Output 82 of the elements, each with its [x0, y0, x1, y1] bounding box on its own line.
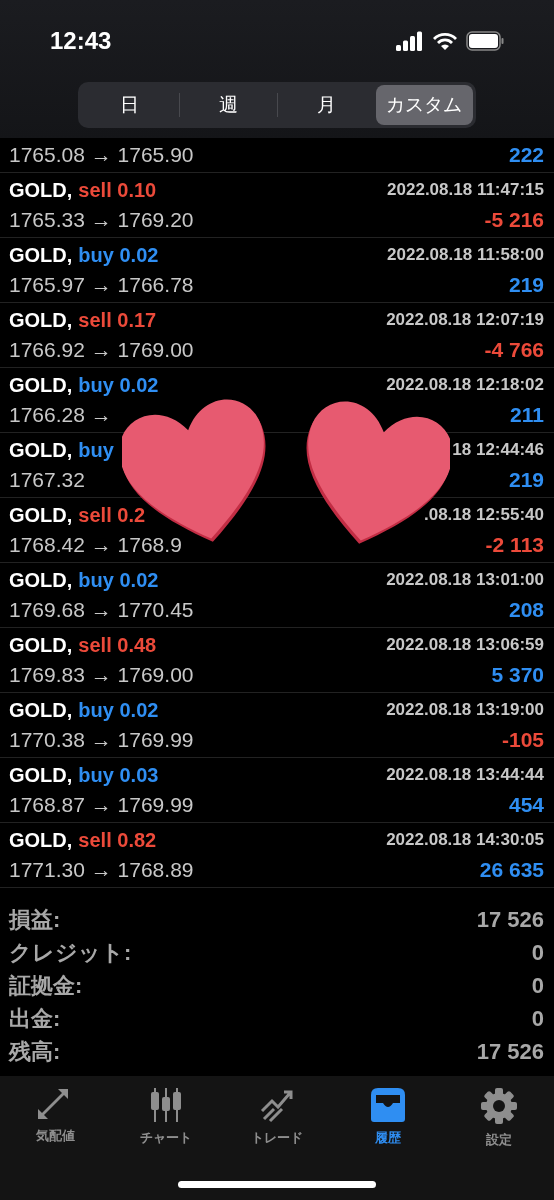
- price-range: 1771.30 → 1768.89: [9, 858, 194, 882]
- trade-time: .08.18 12:55:40: [423, 505, 544, 525]
- settings-icon: [479, 1087, 518, 1125]
- summary-value: 17 526: [476, 1038, 544, 1065]
- symbol-name: GOLD,: [9, 633, 73, 657]
- symbol-name: GOLD,: [9, 828, 73, 852]
- trade-time: 2022.08.18 13:19:00: [386, 700, 544, 720]
- price-range: 1765.08 → 1765.90: [9, 143, 194, 167]
- profit-value: -4 766: [484, 338, 544, 362]
- symbol-name: GOLD,: [9, 698, 73, 722]
- symbol-name: GOLD,: [9, 373, 73, 397]
- trade-side: sell 0.2: [78, 503, 146, 527]
- tab-bar-item[interactable]: 気配値: [10, 1086, 101, 1150]
- price-range: 1767.32: [9, 468, 85, 492]
- trade-time: 2022.08.18 13:44:44: [386, 765, 544, 785]
- trade-time: 18 12:44:46: [452, 440, 544, 460]
- period-tab[interactable]: 週: [179, 85, 277, 125]
- summary-value: 0: [531, 972, 544, 999]
- profit-value: -5 216: [484, 208, 544, 232]
- profit-value: 219: [508, 468, 544, 492]
- price-range: 1768.42 → 1768.9: [9, 533, 182, 557]
- trade-time: 2022.08.18 13:01:00: [386, 570, 544, 590]
- trade-side: sell 0.10: [78, 178, 157, 202]
- profit-value: 454: [508, 793, 544, 817]
- price-range: 1769.68 → 1770.45: [9, 598, 194, 622]
- profit-value: 219: [508, 273, 544, 297]
- profit-value: -2 113: [485, 533, 544, 557]
- clock: 12:43: [50, 27, 112, 55]
- trade-side: buy: [78, 438, 114, 462]
- summary-label: クレジット:: [9, 938, 132, 967]
- symbol-name: GOLD,: [9, 178, 73, 202]
- trade-time: 2022.08.18 11:58:00: [387, 245, 544, 265]
- trade-side: sell 0.17: [78, 308, 157, 332]
- summary-value: 17 526: [476, 906, 544, 933]
- price-range: 1766.28 →: [9, 403, 112, 427]
- summary-value: 0: [531, 939, 544, 966]
- trade-time: 2022.08.18 12:18:02: [386, 375, 544, 395]
- trade-side: buy 0.03: [78, 763, 159, 787]
- symbol-name: GOLD,: [9, 568, 73, 592]
- symbol-name: GOLD,: [9, 763, 73, 787]
- trade-time: 2022.08.18 11:47:15: [387, 180, 544, 200]
- battery-icon: [466, 31, 504, 51]
- trade-time: 2022.08.18 13:06:59: [386, 635, 544, 655]
- trade-side: sell 0.48: [78, 633, 157, 657]
- profit-value: 5 370: [491, 663, 544, 687]
- trade-side: buy 0.02: [78, 373, 159, 397]
- inbox-tray-icon: [368, 1087, 407, 1123]
- price-range: 1768.87 → 1769.99: [9, 793, 194, 817]
- summary-label: 証拠金:: [9, 971, 83, 1000]
- price-range: 1765.97 → 1766.78: [9, 273, 194, 297]
- signal-icon: [396, 31, 424, 51]
- tab-bar-item[interactable]: 設定: [453, 1086, 544, 1150]
- profit-value: 208: [508, 598, 544, 622]
- tab-bar-item[interactable]: チャート: [121, 1086, 212, 1150]
- profit-value: 222: [508, 143, 544, 167]
- profit-value: 26 635: [479, 858, 544, 882]
- summary-label: 残高:: [9, 1037, 61, 1066]
- summary-label: 出金:: [9, 1004, 61, 1033]
- trade-time: 2022.08.18 14:30:05: [386, 830, 544, 850]
- symbol-name: GOLD,: [9, 243, 73, 267]
- trade-side: buy 0.02: [78, 698, 159, 722]
- tab-bar-item[interactable]: トレード: [232, 1086, 322, 1150]
- price-range: 1770.38 → 1769.99: [9, 728, 194, 752]
- summary-label: 損益:: [9, 905, 61, 934]
- symbol-name: GOLD,: [9, 438, 73, 462]
- price-range: 1766.92 → 1769.00: [9, 338, 194, 362]
- trade-time: 2022.08.18 12:07:19: [386, 310, 544, 330]
- trade-side: sell 0.82: [78, 828, 157, 852]
- profit-value: -105: [501, 728, 544, 752]
- period-tab[interactable]: カスタム: [375, 85, 473, 125]
- period-tab[interactable]: 月: [278, 85, 376, 125]
- trade-side: buy 0.02: [78, 243, 159, 267]
- profit-value: 211: [510, 403, 544, 427]
- summary-value: 0: [531, 1005, 544, 1032]
- price-range: 1769.83 → 1769.00: [9, 663, 194, 687]
- tab-bar-item[interactable]: 履歴: [342, 1086, 433, 1150]
- price-range: 1765.33 → 1769.20: [9, 208, 194, 232]
- trade-side: buy 0.02: [78, 568, 159, 592]
- period-tab[interactable]: 日: [81, 85, 179, 125]
- symbol-name: GOLD,: [9, 308, 73, 332]
- symbol-name: GOLD,: [9, 503, 73, 527]
- wifi-icon: [432, 31, 458, 51]
